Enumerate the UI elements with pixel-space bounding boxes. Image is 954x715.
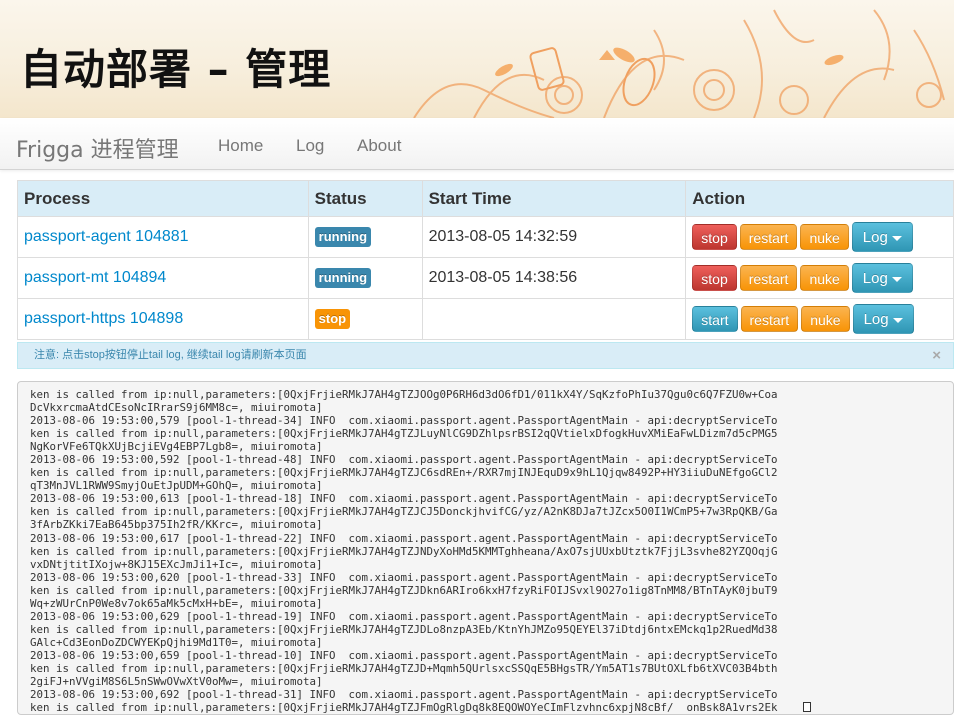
action-cell: start restart nuke Log (685, 298, 954, 340)
close-icon[interactable]: × (932, 343, 941, 368)
info-alert: 注意: 点击stop按钮停止tail log, 继续tail log请刷新本页面… (17, 342, 954, 369)
status-badge: running (314, 268, 372, 288)
table-header-row: Process Status Start Time Action (17, 180, 954, 217)
nav-link-home[interactable]: Home (218, 136, 263, 156)
start-time-cell: 2013-08-05 14:38:56 (421, 257, 687, 299)
log-line: 2013-08-06 19:53:00,659 [pool-1-thread-1… (30, 648, 778, 662)
log-line: qT3MnJVL1RWW9SmyjOuEtJpUDM+GOhQ=, miuiro… (30, 479, 323, 493)
top-navbar: Frigga 进程管理 Home Log About (0, 118, 954, 170)
log-line: 2013-08-06 19:53:00,692 [pool-1-thread-3… (30, 688, 778, 702)
log-dropdown-button[interactable]: Log (851, 263, 913, 293)
log-line: 2013-08-06 19:53:00,617 [pool-1-thread-2… (30, 531, 778, 545)
nuke-button[interactable]: nuke (800, 224, 849, 250)
log-line: 3fArbZKki7EaB645bp375Ih2fR/KKrc=, miuiro… (30, 518, 323, 532)
log-line: ken is called from ip:null,parameters:[0… (30, 583, 778, 597)
log-line: ken is called from ip:null,parameters:[0… (30, 544, 778, 558)
log-line: GAlc+Cd3EonDoZDCWYEKpQjhi9Md1T0=, miuiro… (30, 635, 323, 649)
log-line: DcVkxrcmaAtdCEsoNcIRrarS9j6MM8c=, miuiro… (30, 401, 323, 415)
process-link[interactable]: passport-agent 104881 (24, 228, 189, 245)
log-line: 2013-08-06 19:53:00,613 [pool-1-thread-1… (30, 492, 778, 506)
start-time-cell: 2013-08-05 14:32:59 (421, 216, 687, 258)
stop-button[interactable]: stop (692, 224, 737, 250)
log-line: Wq+zWUrCnP0We8v7ok65aMk5cMxH+bE=, miuiro… (30, 596, 323, 610)
header-action: Action (685, 180, 954, 217)
start-time-cell (421, 298, 687, 340)
log-button-label: Log (862, 229, 888, 246)
restart-button[interactable]: restart (740, 306, 799, 332)
brand-title[interactable]: Frigga 进程管理 (16, 132, 179, 164)
status-cell: running (307, 216, 423, 258)
header-status: Status (307, 180, 423, 217)
alert-text: 注意: 点击stop按钮停止tail log, 继续tail log请刷新本页面 (34, 349, 307, 361)
process-cell: passport-https 104898 (17, 298, 309, 340)
table-row: passport-mt 104894 running 2013-08-05 14… (17, 257, 954, 299)
log-line: 2013-08-06 19:53:00,592 [pool-1-thread-4… (30, 453, 778, 467)
log-line: 2giFJ+nVVgiM8S6L5nSWwOVwXtV0oMw=, miuiro… (30, 675, 323, 689)
header-start-time: Start Time (421, 180, 687, 217)
status-cell: running (307, 257, 423, 299)
process-cell: passport-mt 104894 (17, 257, 309, 299)
caret-down-icon (891, 235, 902, 241)
log-line: vxDNtjtitIXojw+8KJ15EXcJmJi1+Ic=, miuiro… (30, 557, 323, 571)
decorative-floral-art (413, 9, 945, 118)
status-cell: stop (307, 298, 423, 340)
status-badge: stop (314, 309, 351, 329)
slide-title: 自动部署 – 管理 (20, 45, 332, 94)
text-cursor-icon (803, 702, 811, 712)
log-line: ken is called from ip:null,parameters:[0… (30, 466, 778, 480)
log-line: 2013-08-06 19:53:00,620 [pool-1-thread-3… (30, 570, 778, 584)
stop-button[interactable]: stop (692, 265, 737, 291)
log-dropdown-button[interactable]: Log (851, 222, 913, 252)
log-dropdown-button[interactable]: Log (852, 304, 914, 334)
caret-down-icon (892, 317, 903, 323)
log-line: ken is called from ip:null,parameters:[0… (30, 622, 778, 636)
slide-banner: 自动部署 – 管理 (0, 0, 954, 118)
action-cell: stop restart nuke Log (685, 257, 954, 299)
log-line: NgKorVFe6TQkXUjBcjiEVg4EBP7Lgb8=, miuiro… (30, 440, 323, 454)
nuke-button[interactable]: nuke (800, 265, 849, 291)
status-badge: running (314, 227, 372, 247)
process-cell: passport-agent 104881 (17, 216, 309, 258)
log-line: ken is called from ip:null,parameters:[0… (30, 701, 778, 715)
log-output-panel[interactable]: ken is called from ip:null,parameters:[0… (17, 381, 954, 715)
log-line: ken is called from ip:null,parameters:[0… (30, 661, 778, 675)
process-link[interactable]: passport-https 104898 (24, 310, 183, 327)
log-line: ken is called from ip:null,parameters:[0… (30, 427, 778, 441)
restart-button[interactable]: restart (739, 224, 798, 250)
nav-link-about[interactable]: About (357, 136, 401, 156)
caret-down-icon (891, 276, 902, 282)
nav-link-log[interactable]: Log (296, 136, 324, 156)
header-process: Process (17, 180, 309, 217)
log-line: 2013-08-06 19:53:00,629 [pool-1-thread-1… (30, 609, 778, 623)
log-button-label: Log (863, 311, 889, 328)
restart-button[interactable]: restart (739, 265, 798, 291)
process-table: Process Status Start Time Action passpor… (17, 180, 954, 340)
table-row: passport-agent 104881 running 2013-08-05… (17, 216, 954, 258)
log-button-label: Log (862, 270, 888, 287)
start-button[interactable]: start (692, 306, 738, 332)
nuke-button[interactable]: nuke (801, 306, 850, 332)
log-text: ken is called from ip:null,parameters:[0… (30, 388, 953, 714)
table-row: passport-https 104898 stop start restart n… (17, 298, 954, 340)
log-line: 2013-08-06 19:53:00,579 [pool-1-thread-3… (30, 414, 778, 428)
process-link[interactable]: passport-mt 104894 (24, 269, 166, 286)
action-cell: stop restart nuke Log (685, 216, 954, 258)
log-line: ken is called from ip:null,parameters:[0… (30, 388, 778, 401)
log-line: ken is called from ip:null,parameters:[0… (30, 505, 778, 519)
